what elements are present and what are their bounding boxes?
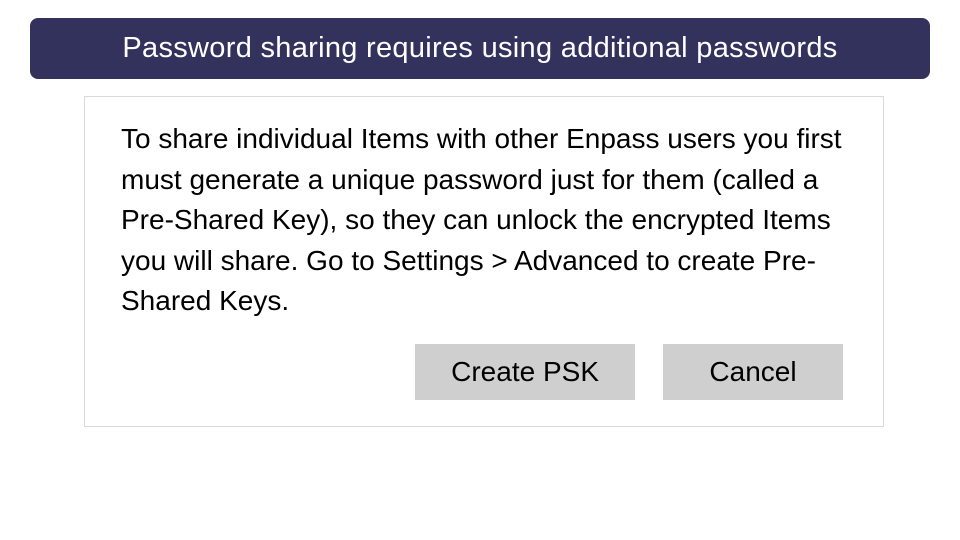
sharing-dialog: To share individual Items with other Enp… xyxy=(84,96,884,427)
banner-title: Password sharing requires using addition… xyxy=(122,32,837,64)
header-banner: Password sharing requires using addition… xyxy=(30,18,930,79)
dialog-button-row: Create PSK Cancel xyxy=(121,344,847,400)
cancel-button[interactable]: Cancel xyxy=(663,344,843,400)
create-psk-button[interactable]: Create PSK xyxy=(415,344,635,400)
dialog-body-text: To share individual Items with other Enp… xyxy=(121,119,847,322)
